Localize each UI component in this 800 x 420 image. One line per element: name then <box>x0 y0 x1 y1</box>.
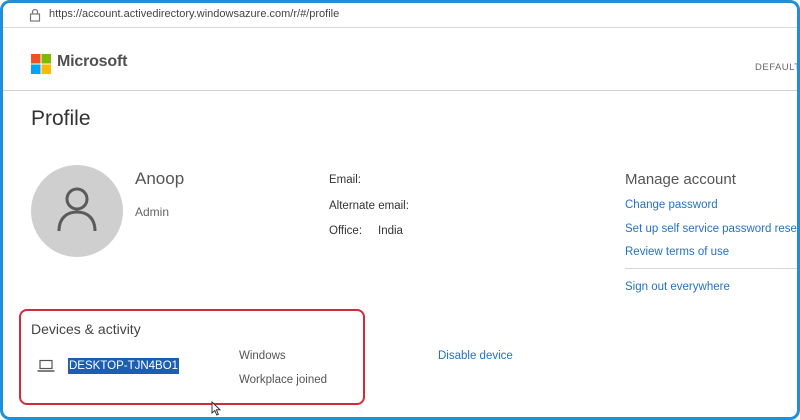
tenant-label[interactable]: DEFAULT I <box>755 62 797 73</box>
site-header: Microsoft DEFAULT I <box>3 28 797 91</box>
self-service-password-reset-link[interactable]: Set up self service password reset <box>625 223 797 235</box>
device-os: Windows <box>239 350 286 362</box>
manage-divider <box>625 268 797 269</box>
sign-out-everywhere-link[interactable]: Sign out everywhere <box>625 281 730 293</box>
microsoft-logo-icon[interactable] <box>31 54 51 74</box>
browser-frame: https://account.activedirectory.windowsa… <box>0 0 800 420</box>
user-role: Admin <box>135 205 170 219</box>
address-url[interactable]: https://account.activedirectory.windowsa… <box>49 8 339 20</box>
user-name: Anoop <box>135 169 185 188</box>
review-terms-link[interactable]: Review terms of use <box>625 246 729 258</box>
office-value: India <box>378 225 403 237</box>
laptop-icon <box>37 359 55 372</box>
disable-device-link[interactable]: Disable device <box>438 350 513 362</box>
device-name[interactable]: DESKTOP-TJN4BO1 <box>68 358 180 374</box>
brand-name[interactable]: Microsoft <box>57 53 127 71</box>
devices-activity-title: Devices & activity <box>31 321 141 337</box>
office-label: Office: <box>329 225 363 237</box>
alternate-email-label: Alternate email: <box>329 200 409 212</box>
mouse-cursor-icon <box>211 401 221 416</box>
avatar <box>31 165 123 257</box>
lock-icon <box>29 8 41 22</box>
address-bar[interactable]: https://account.activedirectory.windowsa… <box>3 3 797 28</box>
change-password-link[interactable]: Change password <box>625 199 718 211</box>
page-title: Profile <box>31 107 91 130</box>
manage-account-title: Manage account <box>625 171 736 188</box>
device-join-type: Workplace joined <box>239 374 328 386</box>
user-icon <box>57 187 97 232</box>
email-label: Email: <box>329 174 361 186</box>
